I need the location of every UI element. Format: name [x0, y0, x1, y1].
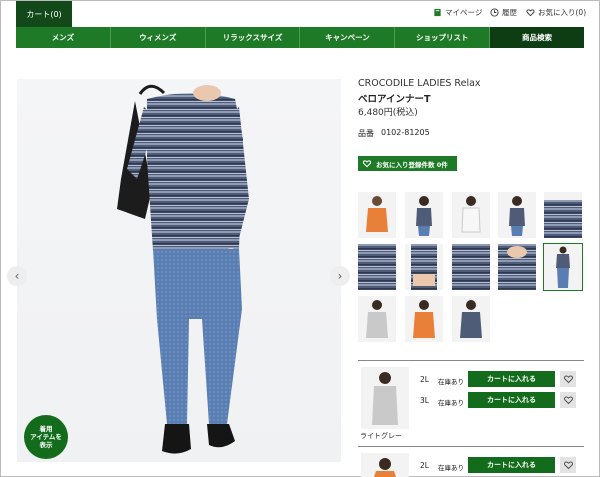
- thumbnail-image[interactable]: [544, 192, 582, 238]
- thumbnail-image[interactable]: [452, 192, 490, 238]
- thumbnail-image[interactable]: [358, 296, 396, 342]
- mypage-link[interactable]: マイページ: [433, 7, 482, 18]
- thumbnail-image[interactable]: [498, 192, 536, 238]
- section-divider: [358, 360, 584, 361]
- nav-item-campaign[interactable]: キャンペーン: [300, 27, 396, 48]
- thumbnail-image[interactable]: [405, 296, 443, 342]
- nav-item-shop-list[interactable]: ショップリスト: [395, 27, 491, 48]
- heart-icon: [362, 160, 372, 168]
- thumbnail-image[interactable]: [452, 296, 490, 342]
- favorites-link[interactable]: お気に入り(0): [526, 7, 586, 18]
- book-icon: [434, 8, 441, 17]
- heart-icon: [563, 461, 573, 470]
- add-to-cart-button[interactable]: カートに入れる: [468, 371, 555, 387]
- color-swatch-image: [361, 367, 409, 429]
- favorite-count-label: お気に入り登録件数 0件: [376, 160, 448, 169]
- thumbnail-image[interactable]: [358, 192, 396, 238]
- add-to-cart-button[interactable]: カートに入れる: [468, 392, 555, 408]
- next-image-button[interactable]: ›: [330, 266, 350, 286]
- thumbnail-image[interactable]: [405, 244, 443, 290]
- favorite-size-button[interactable]: [560, 392, 576, 408]
- thumbnail-image[interactable]: [358, 244, 396, 290]
- brand-name: CROCODILE LADIES Relax: [358, 78, 481, 89]
- thumbnail-image-selected[interactable]: [543, 243, 583, 291]
- favorite-size-button[interactable]: [560, 371, 576, 387]
- clock-icon: [490, 8, 499, 17]
- color-swatch-image: [361, 453, 409, 477]
- prev-image-button[interactable]: ‹: [7, 266, 27, 286]
- main-nav: メンズ ウィメンズ リラックスサイズ キャンペーン ショップリスト 商品検索: [16, 27, 584, 48]
- color-name: ライトグレー: [360, 432, 402, 440]
- add-favorite-button[interactable]: お気に入り登録件数 0件: [358, 156, 457, 171]
- history-label: 履歴: [502, 8, 517, 17]
- heart-icon: [563, 396, 573, 405]
- cart-tab[interactable]: カート(0): [16, 1, 72, 27]
- stock-status: 在庫あり: [438, 378, 464, 386]
- add-to-cart-button[interactable]: カートに入れる: [468, 457, 555, 473]
- nav-item-womens[interactable]: ウィメンズ: [111, 27, 206, 48]
- size-label: 2L: [420, 461, 429, 470]
- sku-label: 品番: [358, 129, 374, 138]
- product-price: 6,480円(税込): [358, 108, 418, 118]
- stock-status: 在庫あり: [438, 399, 464, 407]
- product-name: ベロアインナーT: [358, 94, 431, 105]
- history-link[interactable]: 履歴: [490, 7, 517, 18]
- nav-item-relax-size[interactable]: リラックスサイズ: [206, 27, 301, 48]
- favorites-label: お気に入り(0): [538, 8, 587, 17]
- nav-item-mens[interactable]: メンズ: [16, 27, 111, 48]
- thumbnail-image[interactable]: [452, 244, 490, 290]
- favorite-size-button[interactable]: [560, 457, 576, 473]
- size-label: 2L: [420, 375, 429, 384]
- heart-icon: [526, 9, 535, 17]
- mypage-label: マイページ: [445, 8, 483, 17]
- nav-item-product-search[interactable]: 商品検索: [490, 27, 584, 48]
- show-worn-items-button[interactable]: 着用 アイテムを 表示: [24, 415, 68, 459]
- thumbnail-image[interactable]: [405, 192, 443, 238]
- section-divider: [358, 446, 584, 447]
- size-label: 3L: [420, 396, 429, 405]
- thumbnail-image[interactable]: [498, 244, 536, 290]
- heart-icon: [563, 375, 573, 384]
- sku-value: 0102-81205: [381, 128, 430, 137]
- product-main-image[interactable]: [17, 79, 341, 462]
- stock-status: 在庫あり: [438, 464, 464, 472]
